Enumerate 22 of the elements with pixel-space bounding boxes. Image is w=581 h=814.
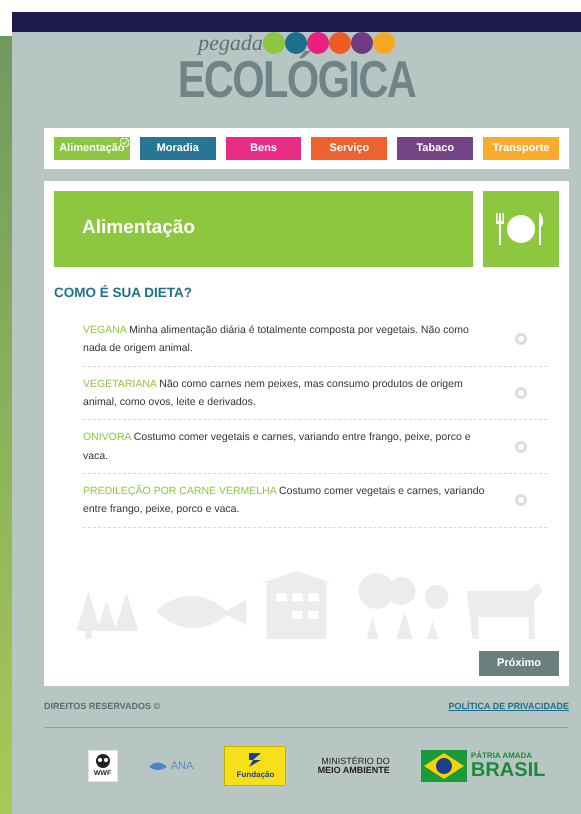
next-button[interactable]: Próximo (478, 651, 559, 676)
fundacao-logo: Fundação (224, 746, 286, 786)
brasil-logo: PÁTRIA AMADA BRASIL (420, 750, 546, 782)
answer-option-text: PREDILEÇÃO POR CARNE VERMELHA Costumo comer vegetais e carnes, variando entre frango, peixe, porco e vaca. (83, 484, 486, 518)
ana-logo: ANA (148, 758, 194, 774)
category-tab[interactable]: Tabaco (397, 137, 474, 160)
answer-option-text: ONIVORA Costumo comer vegetais e carnes, variando entre frango, peixe, porco e vaca. (83, 430, 472, 464)
ministerio-logo: MINISTÉRIO DO MEIO AMBIENTE (318, 757, 390, 775)
category-tab[interactable]: Moradia (140, 137, 216, 160)
privacy-link[interactable]: POLÍTICA DE PRIVACIDADE (448, 700, 569, 713)
question-heading: COMO É SUA DIETA? (54, 284, 193, 302)
radio-button[interactable] (515, 494, 527, 506)
category-tab[interactable]: Bens (226, 137, 302, 160)
answer-option-text: VEGETARIANA Não como carnes nem peixes, mas consumo produtos de origem animal, como ovos, leite e derivados. (83, 376, 464, 410)
radio-button[interactable] (515, 440, 527, 453)
copyright-text: DIREITOS RESERVADOS © (44, 700, 160, 712)
radio-button[interactable] (515, 386, 527, 399)
section-title: Alimentação (54, 190, 473, 266)
radio-button[interactable] (515, 333, 527, 346)
answer-option-text: VEGANA Minha alimentação diária é totalmente composta por vegetais. Não como nada de origem animal. (83, 322, 470, 356)
category-tab[interactable]: Serviço (311, 137, 388, 160)
category-tab[interactable]: Alimentação (54, 137, 130, 160)
